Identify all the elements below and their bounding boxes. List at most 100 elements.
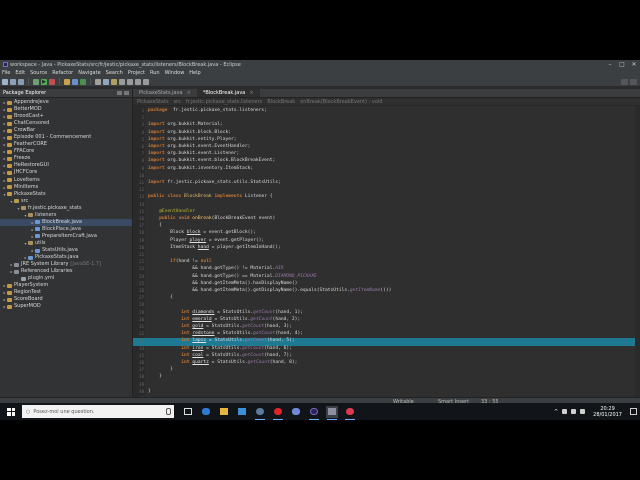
- opera-icon[interactable]: [272, 406, 284, 420]
- tree-item[interactable]: ▸ SuperMOD: [0, 303, 132, 310]
- code-line[interactable]: 23 && hand.getType() != Material.AIR: [133, 266, 640, 273]
- store-icon[interactable]: [236, 406, 248, 418]
- minimize-view-icon[interactable]: [117, 91, 122, 95]
- save-all-icon[interactable]: [18, 78, 24, 85]
- minimize-icon[interactable]: –: [604, 61, 616, 68]
- code-line[interactable]: 38 }: [133, 374, 640, 381]
- tree-item[interactable]: ▾ utils: [0, 240, 132, 247]
- menu-navigate[interactable]: Navigate: [78, 70, 100, 76]
- code-line[interactable]: 29 int diamonds = StatsUtils.getCount(ha…: [133, 310, 640, 317]
- edge-browser-icon[interactable]: [200, 406, 212, 418]
- menu-edit[interactable]: Edit: [15, 70, 25, 76]
- eclipse-taskbar-icon[interactable]: [308, 406, 320, 420]
- tree-item[interactable]: ▸ BlockPlace.java: [0, 226, 132, 233]
- network-icon[interactable]: [562, 409, 568, 414]
- menu-file[interactable]: File: [2, 70, 10, 76]
- tree-item[interactable]: ▾ src: [0, 198, 132, 205]
- close-icon[interactable]: ✕: [628, 61, 640, 68]
- menu-source[interactable]: Source: [30, 70, 47, 76]
- code-line[interactable]: 19 Player player = event.getPlayer();: [133, 238, 640, 245]
- code-line[interactable]: 1 package fr.jestic.pickaxe_stats.listene…: [133, 108, 640, 115]
- tree-item[interactable]: plugin.yml: [0, 275, 132, 282]
- task-view-icon[interactable]: [182, 406, 194, 418]
- code-line[interactable]: 20 ItemStack hand = player.getItemInHand…: [133, 245, 640, 252]
- previous-annotation-icon[interactable]: [127, 78, 133, 85]
- code-line[interactable]: 5 import org.bukkit.entity.Player;: [133, 137, 640, 144]
- breadcrumb-item[interactable]: PickaxeStats: [137, 99, 169, 105]
- menu-search[interactable]: Search: [106, 70, 123, 76]
- java-perspective-icon[interactable]: [630, 79, 637, 85]
- code-line[interactable]: 16 public void onBreak(BlockBreakEvent e…: [133, 216, 640, 223]
- search-icon[interactable]: [103, 78, 109, 85]
- tree-item[interactable]: ▸ CrowBar: [0, 127, 132, 134]
- debug-icon[interactable]: [33, 78, 39, 85]
- code-line[interactable]: 14: [133, 202, 640, 209]
- code-area[interactable]: 1 package fr.jestic.pickaxe_stats.listene…: [133, 106, 640, 401]
- volume-icon[interactable]: [571, 409, 577, 414]
- code-line[interactable]: 30 int emerald = StatsUtils.getCount(han…: [133, 317, 640, 324]
- code-line[interactable]: 26 && hand.getItemMeta().getDisplayName(…: [133, 288, 640, 295]
- run-icon[interactable]: ▶: [41, 78, 47, 85]
- maximize-icon[interactable]: □: [616, 61, 628, 68]
- record-app-icon[interactable]: [344, 406, 356, 420]
- code-line[interactable]: 37 }: [133, 367, 640, 374]
- code-line[interactable]: 15 @EventHandler: [133, 209, 640, 216]
- breadcrumb-item[interactable]: src: [174, 99, 181, 105]
- windows-start-icon[interactable]: [7, 407, 15, 416]
- toggle-mark-icon[interactable]: [111, 78, 117, 85]
- action-center-icon[interactable]: [630, 408, 637, 415]
- tree-item[interactable]: ▸ Freeze: [0, 155, 132, 162]
- code-line[interactable]: 3 import org.bukkit.Material;: [133, 122, 640, 129]
- code-line[interactable]: 13 public class BlockBreak implements Lis…: [133, 194, 640, 201]
- tree-item[interactable]: ▸ PlayerSystem: [0, 282, 132, 289]
- tree-item[interactable]: ▸ JHCFCore: [0, 169, 132, 176]
- tree-item[interactable]: ▸ PickaxeStats.java: [0, 254, 132, 261]
- open-type-icon[interactable]: [95, 78, 101, 85]
- tree-item[interactable]: ▸ BlockBreak.java: [0, 218, 132, 226]
- close-tab-icon[interactable]: ×: [187, 90, 191, 96]
- discord-icon[interactable]: [290, 406, 302, 418]
- code-line[interactable]: 4 import org.bukkit.block.Block;: [133, 130, 640, 137]
- code-line[interactable]: 10: [133, 173, 640, 180]
- breadcrumb-item[interactable]: fr.jestic.pickaxe_stats.listeners: [186, 99, 262, 105]
- editor-tab[interactable]: PickaxeStats.java ×: [133, 89, 197, 97]
- cortana-search-input[interactable]: ○ Posez-moi une question.: [22, 405, 174, 418]
- tree-item[interactable]: ▸ BetterMOD: [0, 106, 132, 113]
- code-line[interactable]: 18 Block block = event.getBlock();: [133, 230, 640, 237]
- new-java-project-icon[interactable]: [64, 78, 70, 85]
- tree-item[interactable]: ▾ listeners: [0, 212, 132, 219]
- code-line[interactable]: 27 {: [133, 295, 640, 302]
- code-line[interactable]: 34 int iron = StatsUtils.getCount(hand, …: [133, 346, 640, 353]
- tree-item[interactable]: ▸ StatsUtils.java: [0, 247, 132, 254]
- code-line[interactable]: 8 import org.bukkit.event.block.BlockBrea…: [133, 158, 640, 165]
- tree-item[interactable]: ▸ BroodCast+: [0, 113, 132, 120]
- back-icon[interactable]: [135, 78, 141, 85]
- close-tab-icon[interactable]: ×: [249, 90, 253, 96]
- tree-item[interactable]: ▾ fr.jestic.pickaxe_stats: [0, 205, 132, 212]
- editor-overview-ruler[interactable]: [635, 106, 640, 397]
- menu-project[interactable]: Project: [128, 70, 145, 76]
- code-line[interactable]: 33 int lapis = StatsUtils.getCount(hand,…: [133, 338, 640, 346]
- code-line[interactable]: 28: [133, 302, 640, 309]
- tree-item[interactable]: ▸ MiniItems: [0, 184, 132, 191]
- menu-window[interactable]: Window: [165, 70, 185, 76]
- breadcrumb-item[interactable]: BlockBreak: [267, 99, 295, 105]
- keyboard-icon[interactable]: [580, 409, 586, 414]
- tree-item[interactable]: ▸ RegionTest: [0, 289, 132, 296]
- new-file-icon[interactable]: [2, 78, 8, 85]
- steam-icon[interactable]: [254, 406, 266, 420]
- microphone-icon[interactable]: [166, 408, 171, 415]
- new-package-icon[interactable]: [72, 78, 78, 85]
- tree-item[interactable]: ▸ JRE System Library [JavaSE-1.7]: [0, 261, 132, 268]
- tree-item[interactable]: ▸ LoveItems: [0, 177, 132, 184]
- menu-refactor[interactable]: Refactor: [52, 70, 73, 76]
- code-line[interactable]: 40}: [133, 389, 640, 396]
- quick-access-icon[interactable]: [621, 79, 628, 85]
- code-line[interactable]: 9 import org.bukkit.inventory.ItemStack;: [133, 166, 640, 173]
- tree-item[interactable]: ▸ FFACore: [0, 148, 132, 155]
- external-tools-icon[interactable]: [49, 78, 55, 85]
- tree-item[interactable]: ▸ PrepareItemCraft.java: [0, 233, 132, 240]
- tree-item[interactable]: ▸ ScoreBoard: [0, 296, 132, 303]
- menu-help[interactable]: Help: [189, 70, 200, 76]
- tree-item[interactable]: ▸ FeatherCORE: [0, 141, 132, 148]
